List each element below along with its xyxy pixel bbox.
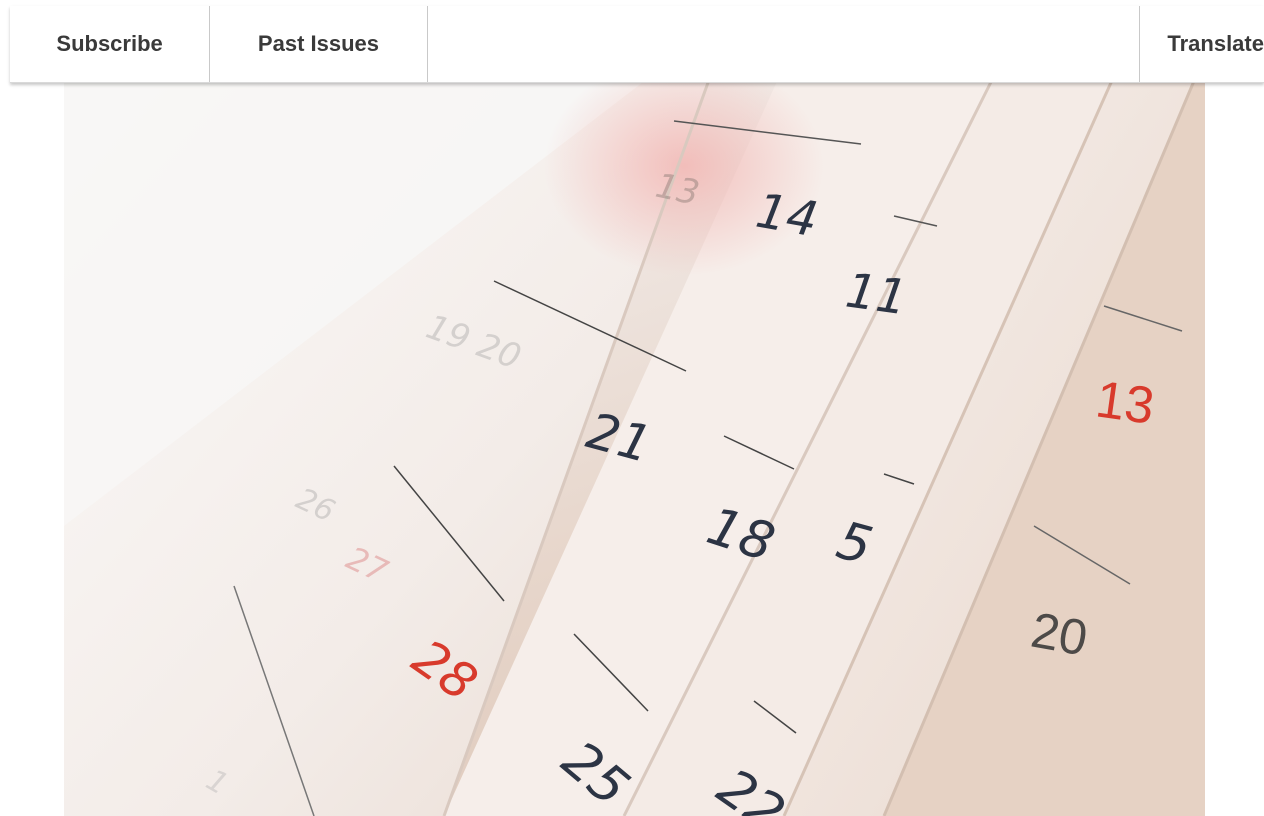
subscribe-link[interactable]: Subscribe: [10, 6, 211, 82]
calendar-illustration: 13 19 20 26 27 1 14 11 13 21 18 5 20 28 …: [64, 56, 1205, 816]
nav-spacer: [428, 6, 1141, 82]
calendar-number-13: 13: [1092, 370, 1157, 435]
calendar-number-14: 14: [752, 183, 822, 249]
past-issues-link[interactable]: Past Issues: [210, 6, 428, 82]
top-nav-bar: Subscribe Past Issues Translate: [10, 6, 1264, 83]
newsletter-page: 13 19 20 26 27 1 14 11 13 21 18 5 20 28 …: [0, 0, 1264, 816]
hero-calendar-image: 13 19 20 26 27 1 14 11 13 21 18 5 20 28 …: [64, 6, 1205, 816]
calendar-number-11: 11: [842, 262, 910, 326]
translate-link[interactable]: Translate: [1140, 6, 1264, 82]
calendar-number-20: 20: [1027, 602, 1092, 667]
